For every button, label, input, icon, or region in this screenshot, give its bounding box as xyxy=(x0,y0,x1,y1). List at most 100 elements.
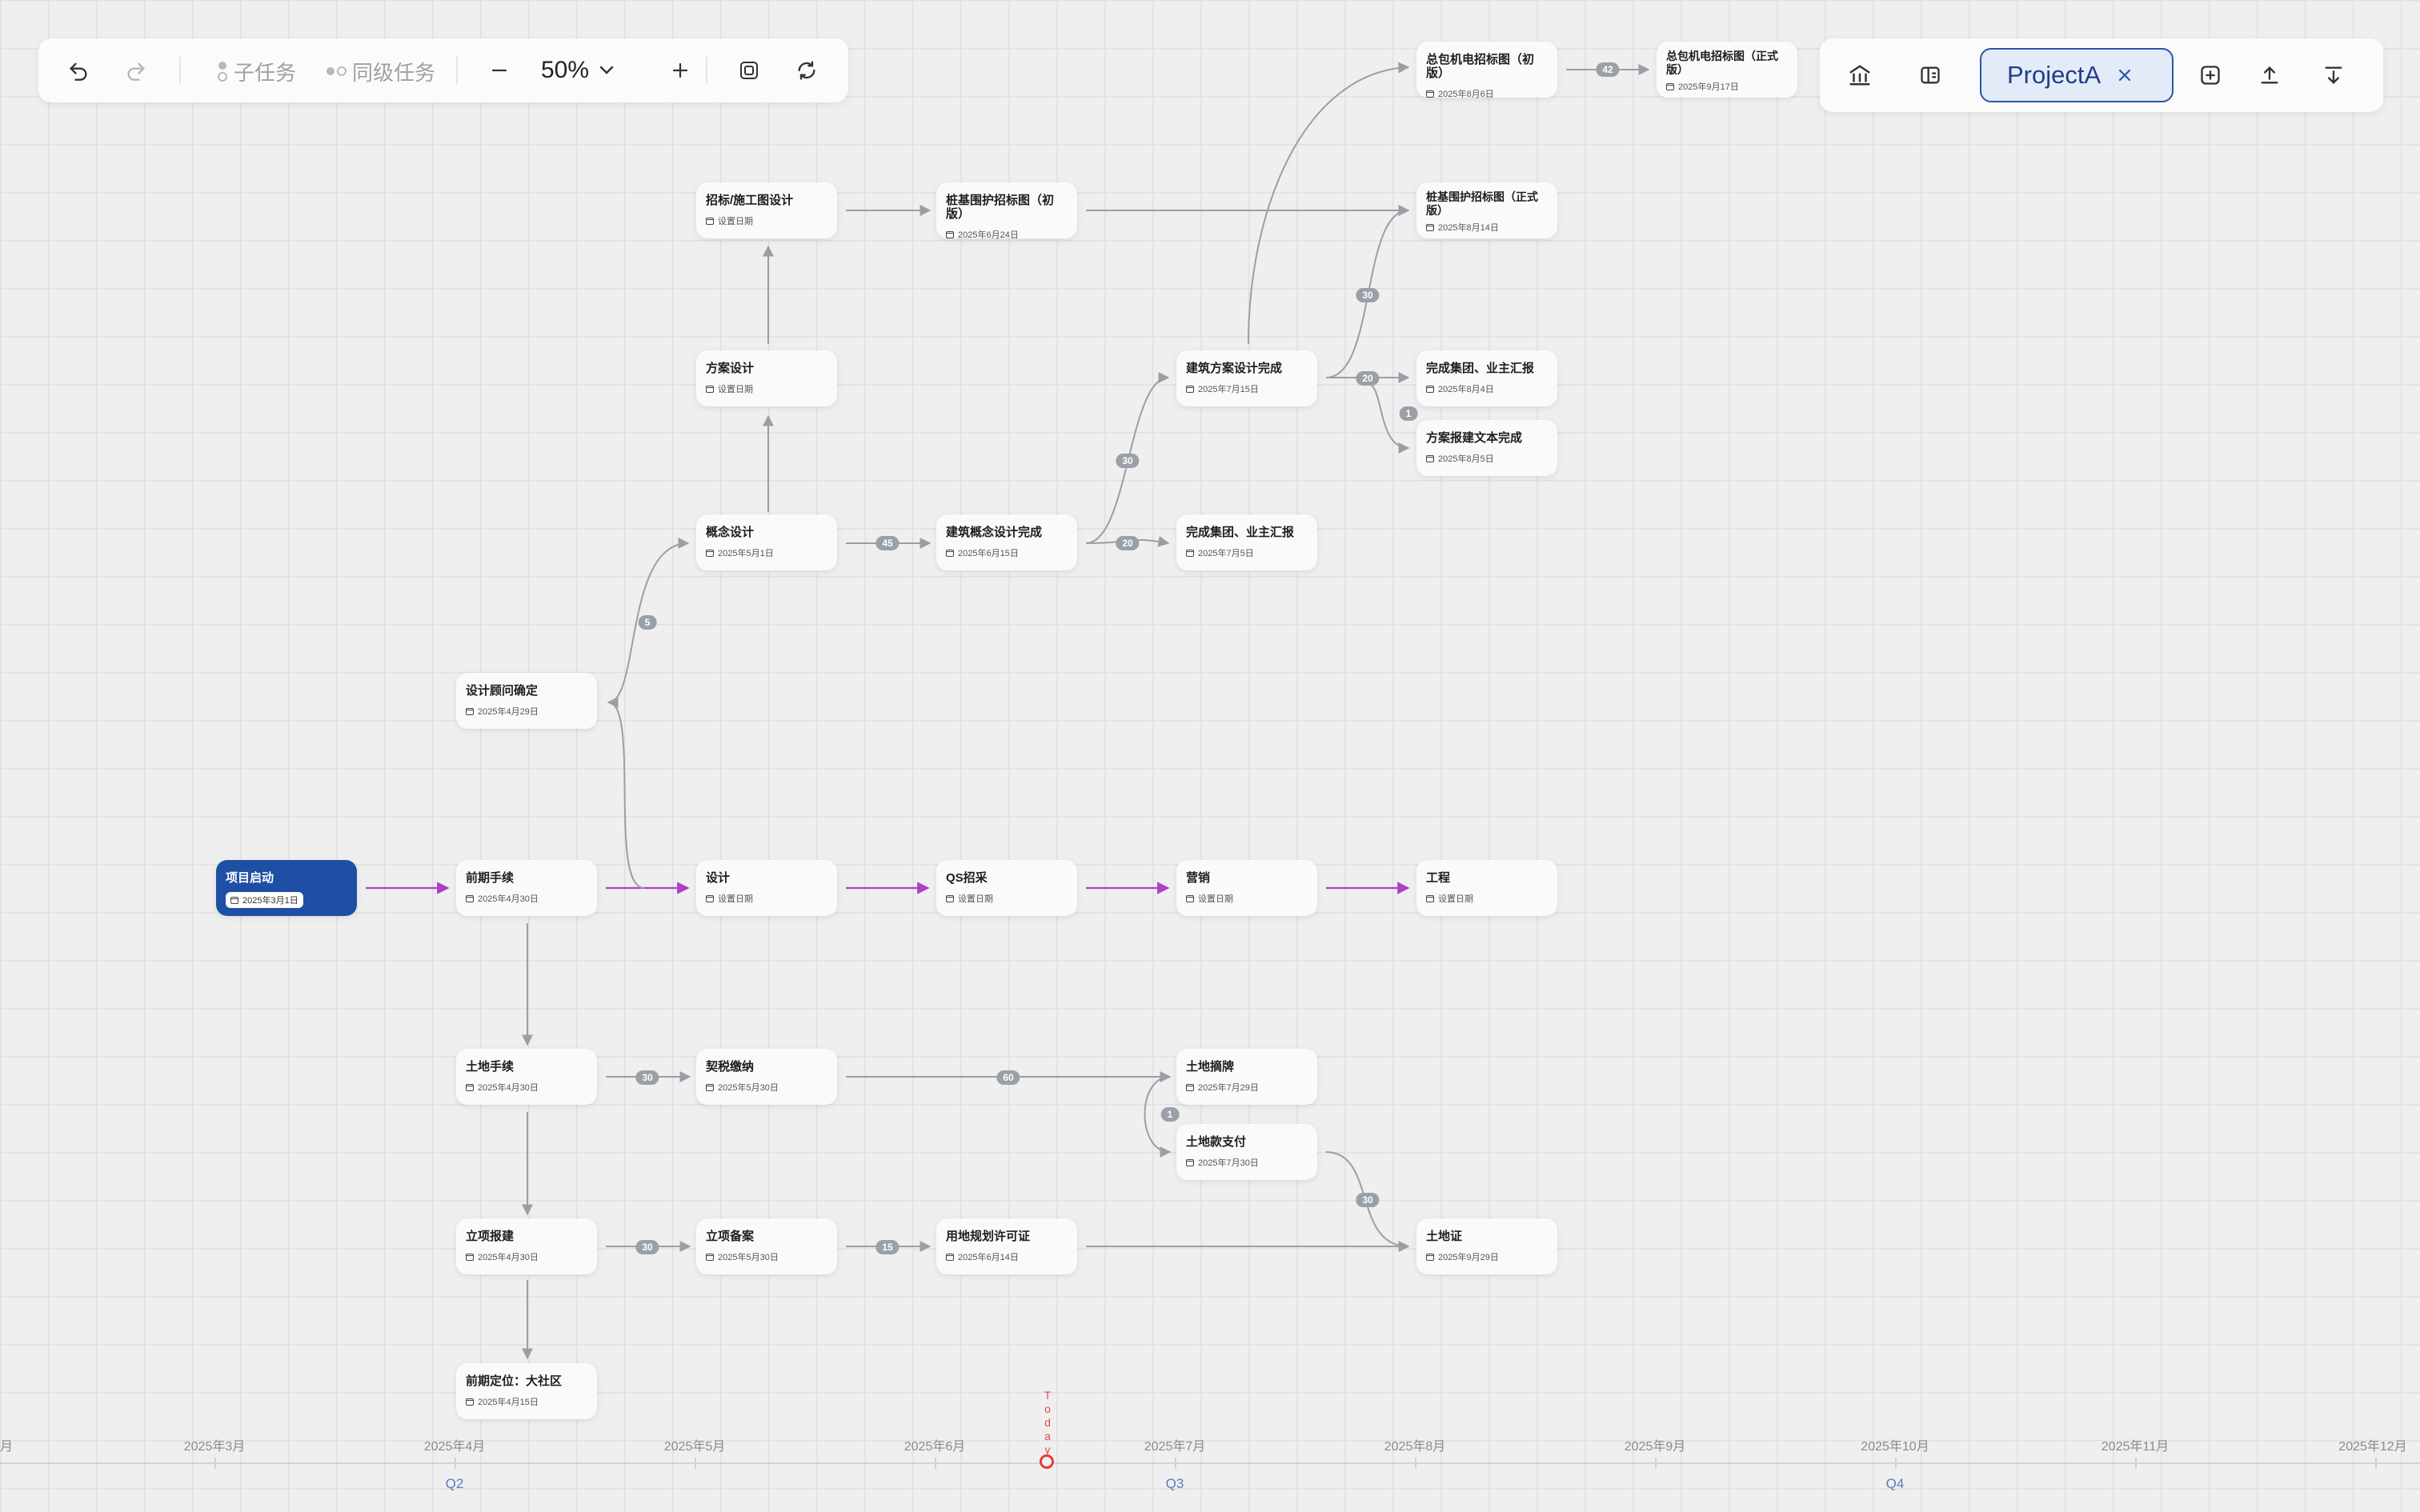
task-date[interactable]: 2025年4月30日 xyxy=(466,1081,587,1094)
task-date[interactable]: 2025年4月30日 xyxy=(466,892,587,905)
task-node[interactable]: 桩基围护招标图（正式版） 2025年8月14日 xyxy=(1416,182,1557,238)
task-date[interactable]: 设置日期 xyxy=(706,382,827,395)
task-node[interactable]: 立项备案 2025年5月30日 xyxy=(696,1218,837,1274)
task-date[interactable]: 2025年8月5日 xyxy=(1426,452,1548,465)
task-title: 招标/施工图设计 xyxy=(706,194,794,207)
task-node[interactable]: 方案报建文本完成 2025年8月5日 xyxy=(1416,420,1557,476)
calendar-icon xyxy=(1426,1253,1434,1261)
task-date[interactable]: 2025年6月24日 xyxy=(946,228,1068,241)
calendar-icon xyxy=(1426,385,1434,393)
task-date[interactable]: 2025年4月29日 xyxy=(466,705,587,718)
task-date[interactable]: 2025年6月15日 xyxy=(946,546,1068,559)
close-icon[interactable] xyxy=(2117,67,2133,83)
zoom-in-button[interactable] xyxy=(664,54,696,86)
task-date[interactable]: 2025年6月14日 xyxy=(946,1250,1068,1263)
add-project-button[interactable] xyxy=(2194,59,2226,91)
home-button[interactable] xyxy=(1844,59,1876,91)
task-date[interactable]: 设置日期 xyxy=(706,892,827,905)
task-date[interactable]: 设置日期 xyxy=(946,892,1068,905)
task-node[interactable]: 营销 设置日期 xyxy=(1176,860,1317,916)
calendar-icon xyxy=(1186,1083,1194,1091)
task-node[interactable]: 土地手续 2025年4月30日 xyxy=(456,1049,597,1105)
panel-toggle-button[interactable] xyxy=(1914,59,1946,91)
calendar-icon xyxy=(466,894,474,902)
plus-icon xyxy=(672,62,688,78)
project-tab[interactable]: ProjectA xyxy=(1980,48,2174,102)
task-date[interactable]: 2025年7月5日 xyxy=(1186,546,1308,559)
calendar-icon xyxy=(466,1253,474,1261)
add-sibling-task-button[interactable]: 同级任务 xyxy=(325,58,435,85)
task-node[interactable]: 桩基围护招标图（初版） 2025年6月24日 xyxy=(936,182,1077,241)
task-title: 总包机电招标图（初版） xyxy=(1426,53,1535,80)
add-subtask-button[interactable]: 子任务 xyxy=(216,58,296,85)
task-date[interactable]: 2025年3月1日 xyxy=(226,892,303,908)
today-marker[interactable] xyxy=(1040,1454,1054,1469)
task-node[interactable]: 总包机电招标图（正式版） 2025年9月17日 xyxy=(1657,42,1797,98)
task-node[interactable]: 建筑概念设计完成 2025年6月15日 xyxy=(936,514,1077,570)
fit-view-button[interactable] xyxy=(733,54,765,86)
task-node[interactable]: 土地摘牌 2025年7月29日 xyxy=(1176,1049,1317,1105)
edit-toolbar: 子任务 同级任务 50% xyxy=(38,38,848,102)
task-date[interactable]: 2025年7月30日 xyxy=(1186,1156,1308,1169)
edge-label: 42 xyxy=(1596,62,1620,77)
zoom-out-button[interactable] xyxy=(483,54,515,86)
task-node[interactable]: 立项报建 2025年4月30日 xyxy=(456,1218,597,1274)
undo-icon xyxy=(70,62,87,81)
task-date[interactable]: 2025年4月15日 xyxy=(466,1395,587,1408)
edge-label: 30 xyxy=(635,1240,659,1254)
refresh-button[interactable] xyxy=(791,54,823,86)
calendar-icon xyxy=(706,1083,714,1091)
calendar-icon xyxy=(466,1398,474,1406)
task-date[interactable]: 2025年5月1日 xyxy=(706,546,827,559)
export-button[interactable] xyxy=(2254,59,2286,91)
task-node[interactable]: 土地款支付 2025年7月30日 xyxy=(1176,1124,1317,1180)
task-node[interactable]: 工程 设置日期 xyxy=(1416,860,1557,916)
download-icon xyxy=(2325,66,2342,84)
task-date[interactable]: 2025年5月30日 xyxy=(706,1081,827,1094)
redo-button[interactable] xyxy=(120,54,152,86)
calendar-icon xyxy=(706,385,714,393)
task-title: 前期定位：大社区 xyxy=(466,1374,563,1388)
task-date[interactable]: 2025年9月29日 xyxy=(1426,1250,1548,1263)
task-title: 工程 xyxy=(1426,871,1451,885)
undo-button[interactable] xyxy=(62,54,94,86)
task-date[interactable]: 2025年4月30日 xyxy=(466,1250,587,1263)
task-title: 用地规划许可证 xyxy=(946,1230,1031,1243)
add-square-icon xyxy=(2201,66,2220,85)
task-date[interactable]: 2025年7月29日 xyxy=(1186,1081,1308,1094)
minus-icon xyxy=(491,69,507,72)
task-title: 立项备案 xyxy=(706,1230,755,1243)
task-node[interactable]: 完成集团、业主汇报 2025年7月5日 xyxy=(1176,514,1317,570)
bank-icon xyxy=(1849,65,1870,86)
task-date[interactable]: 设置日期 xyxy=(706,214,827,227)
task-node[interactable]: 总包机电招标图（初版） 2025年8月6日 xyxy=(1416,42,1557,100)
task-date[interactable]: 2025年8月14日 xyxy=(1426,221,1548,234)
task-date[interactable]: 设置日期 xyxy=(1426,892,1548,905)
task-title: 土地证 xyxy=(1426,1230,1463,1243)
task-date[interactable]: 设置日期 xyxy=(1186,892,1308,905)
task-node[interactable]: 方案设计 设置日期 xyxy=(696,350,837,406)
task-node[interactable]: 土地证 2025年9月29日 xyxy=(1416,1218,1557,1274)
zoom-select[interactable]: 50% xyxy=(541,54,615,86)
task-date[interactable]: 2025年8月4日 xyxy=(1426,382,1548,395)
task-node[interactable]: QS招采 设置日期 xyxy=(936,860,1077,916)
task-node[interactable]: 前期定位：大社区 2025年4月15日 xyxy=(456,1363,597,1419)
task-node[interactable]: 设计顾问确定 2025年4月29日 xyxy=(456,673,597,729)
task-node[interactable]: 前期手续 2025年4月30日 xyxy=(456,860,597,916)
import-button[interactable] xyxy=(2318,59,2350,91)
task-node[interactable]: 设计 设置日期 xyxy=(696,860,837,916)
task-date[interactable]: 2025年7月15日 xyxy=(1186,382,1308,395)
calendar-icon xyxy=(1186,1158,1194,1166)
task-node[interactable]: 概念设计 2025年5月1日 xyxy=(696,514,837,570)
task-node[interactable]: 用地规划许可证 2025年6月14日 xyxy=(936,1218,1077,1274)
task-node[interactable]: 契税缴纳 2025年5月30日 xyxy=(696,1049,837,1105)
task-node-project-start[interactable]: 项目启动 2025年3月1日 xyxy=(216,860,357,916)
calendar-icon xyxy=(706,549,714,557)
task-node[interactable]: 完成集团、业主汇报 2025年8月4日 xyxy=(1416,350,1557,406)
task-date[interactable]: 2025年5月30日 xyxy=(706,1250,827,1263)
task-date[interactable]: 2025年9月17日 xyxy=(1666,80,1788,93)
task-title: 建筑方案设计完成 xyxy=(1186,362,1283,375)
task-node[interactable]: 建筑方案设计完成 2025年7月15日 xyxy=(1176,350,1317,406)
task-node[interactable]: 招标/施工图设计 设置日期 xyxy=(696,182,837,238)
task-date[interactable]: 2025年8月6日 xyxy=(1426,87,1548,100)
